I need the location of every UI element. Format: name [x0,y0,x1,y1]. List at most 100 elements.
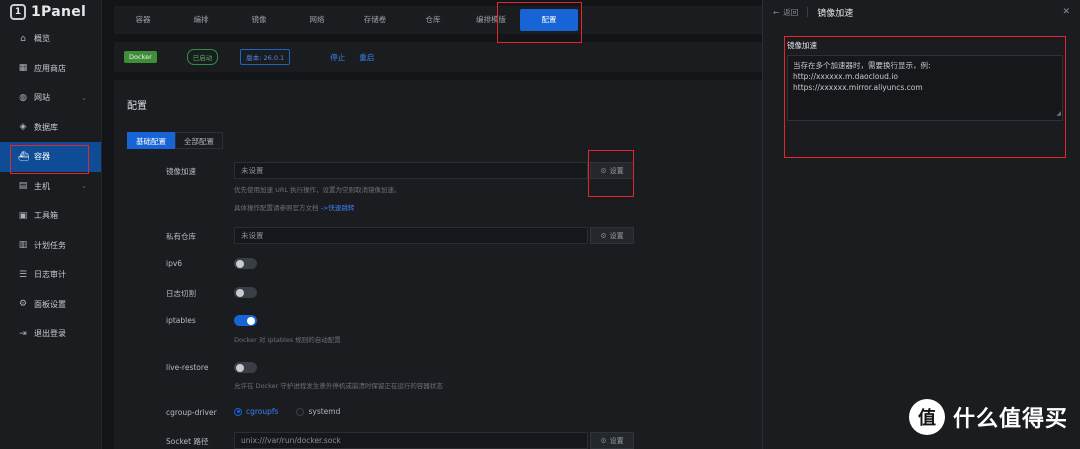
logout-icon: ⇥ [19,328,27,339]
ipv6-switch[interactable] [234,258,257,269]
globe-icon: ◍ [19,92,27,103]
mirror-label: 镜像加速 [166,167,196,176]
iptables-label: iptables [166,316,196,325]
container-tab[interactable]: 容器 [114,9,172,31]
registry-input[interactable]: 未设置 [234,227,588,244]
registry-set-button[interactable]: ⚙ 设置 [590,227,634,244]
config-panel: 配置 基础配置 全部配置 镜像加速 未设置 ⚙ 设置 优先使用加速 URL 执行操… [114,80,762,449]
gear-icon: ⚙ [600,436,607,445]
sidebar-item[interactable]: ⇥ 退出登录 [0,319,101,349]
container-tab[interactable]: 编排 [172,9,230,31]
resize-handle-icon[interactable]: ◢ [1056,108,1061,119]
back-button[interactable]: 返回 [783,7,798,18]
socket-label: Socket 路径 [166,437,209,446]
sidebar-item[interactable]: ◈ 数据库 [0,113,101,143]
mirror-drawer: ← 返回 镜像加速 ✕ 镜像加速 当存在多个加速器时，需要换行显示，例: htt… [762,0,1080,449]
layers-icon: ◈ [19,122,27,133]
socket-set-button[interactable]: ⚙ 设置 [590,432,634,449]
sidebar-item-label: 日志审计 [34,270,66,280]
mirror-set-label: 设置 [609,166,624,175]
textarea-line: http://xxxxxx.m.daocloud.io [793,72,898,81]
cgroupfs-label[interactable]: cgroupfs [246,407,278,416]
systemd-radio[interactable] [296,407,305,416]
container-tab[interactable]: 配置 [520,9,578,31]
textarea-line: 当存在多个加速器时，需要换行显示，例: [793,61,931,70]
sidebar: 1 1Panel ⌂ 概览 ▦ 应用商店 ◍ 网站 ⌄ ◈ 数据库 ⛴ 容器 ▤ 主机 ⌄ ▣ 工具箱 ▥ 计划任… [0,0,102,449]
sidebar-item[interactable]: ⌂ 概览 [0,24,101,54]
mirror-field-label: 镜像加速 [787,41,817,50]
sidebar-item[interactable]: ⛴ 容器 [0,142,101,172]
registry-set-label: 设置 [609,231,624,240]
mirror-textarea[interactable]: 当存在多个加速器时，需要换行显示，例: http://xxxxxx.m.daoc… [787,55,1063,121]
log-cut-label: 日志切割 [166,289,196,298]
sidebar-item[interactable]: ▤ 主机 ⌄ [0,172,101,202]
mirror-doc-prefix: 具体操作配置请参照官方文档 [234,204,319,212]
chevron-down-icon: ⌄ [81,93,87,102]
gear-icon: ⚙ [600,166,607,175]
sidebar-nav: ⌂ 概览 ▦ 应用商店 ◍ 网站 ⌄ ◈ 数据库 ⛴ 容器 ▤ 主机 ⌄ ▣ 工具箱 ▥ 计划任务 ☰ 日志审计 ⚙ 面板… [0,24,101,349]
live-restore-help: 允许在 Docker 守护进程发生意外停机或崩溃时保留正在运行的容器状态 [234,382,443,390]
systemd-label[interactable]: systemd [308,407,340,416]
sidebar-item-label: 面板设置 [34,299,66,309]
doc-link[interactable]: ->快速跳转 [321,204,355,212]
socket-input[interactable]: unix:///var/run/docker.sock [234,432,588,449]
sidebar-item[interactable]: ▣ 工具箱 [0,201,101,231]
docker-icon: ⛴ [18,151,30,162]
sidebar-item-label: 数据库 [34,122,58,132]
live-restore-switch[interactable] [234,362,257,373]
mirror-input[interactable]: 未设置 [234,162,588,179]
sidebar-item[interactable]: ⚙ 面板设置 [0,290,101,320]
cgroupfs-radio[interactable] [234,407,242,416]
iptables-help: Docker 对 iptables 规则的自动配置 [234,336,341,344]
container-tab[interactable]: 仓库 [404,9,462,31]
cgroup-radio-group: cgroupfs systemd [234,407,340,416]
mirror-set-button[interactable]: ⚙ 设置 [590,162,634,179]
sidebar-item[interactable]: ▦ 应用商店 [0,54,101,84]
sidebar-item-label: 容器 [34,152,50,162]
sidebar-item[interactable]: ☰ 日志审计 [0,260,101,290]
app-logo: 1 1Panel [0,0,101,24]
logo-icon: 1 [10,4,26,20]
cgroup-label: cgroup-driver [166,408,217,417]
container-tab[interactable]: 网络 [288,9,346,31]
log-cut-switch[interactable] [234,287,257,298]
drawer-title: 镜像加速 [817,8,854,19]
sidebar-item-label: 计划任务 [34,240,66,250]
home-icon: ⌂ [20,33,26,44]
config-tabs: 基础配置 全部配置 [127,132,223,149]
drawer-header: ← 返回 镜像加速 ✕ [763,0,1080,24]
watermark-logo: 值 [908,399,945,435]
gear-icon: ⚙ [600,231,607,240]
container-tab[interactable]: 存储卷 [346,9,404,31]
container-tab[interactable]: 镜像 [230,9,288,31]
sidebar-item-label: 应用商店 [34,63,66,73]
log-icon: ☰ [18,269,28,280]
sidebar-item-label: 概览 [34,34,50,44]
back-arrow-icon[interactable]: ← [773,8,779,17]
sidebar-item[interactable]: ▥ 计划任务 [0,231,101,261]
calendar-icon: ▥ [18,240,28,251]
tab-basic-config[interactable]: 基础配置 [127,132,175,149]
container-tabs: 容器 编排 镜像 网络 存储卷 仓库 编排模版 配置 [114,6,762,34]
textarea-line: https://xxxxxx.mirror.aliyuncs.com [793,83,923,92]
container-tab[interactable]: 编排模版 [462,9,520,31]
tab-all-config[interactable]: 全部配置 [175,132,223,149]
watermark: 值 什么值得买 [908,399,1068,435]
sidebar-item-label: 工具箱 [34,211,58,221]
restart-link[interactable]: 重启 [359,52,374,63]
stop-link[interactable]: 停止 [330,52,345,63]
version-badge: 版本: 26.0.1 [240,49,291,65]
sidebar-item-label: 主机 [34,181,50,191]
mirror-help: 优先使用加速 URL 执行操作，设置为空则取消镜像加速。 [234,186,401,194]
docker-status-bar: Docker 已启动 版本: 26.0.1 停止 重启 [114,42,762,72]
iptables-switch[interactable] [234,315,257,326]
toolbox-icon: ▣ [18,210,28,221]
sidebar-item[interactable]: ◍ 网站 ⌄ [0,83,101,113]
server-icon: ▤ [18,181,28,192]
registry-label: 私有仓库 [166,232,196,241]
grid-icon: ▦ [18,63,28,74]
close-icon[interactable]: ✕ [1062,7,1070,17]
live-restore-label: live-restore [166,363,209,372]
sidebar-item-label: 网站 [34,93,50,103]
docker-badge: Docker [124,51,157,63]
